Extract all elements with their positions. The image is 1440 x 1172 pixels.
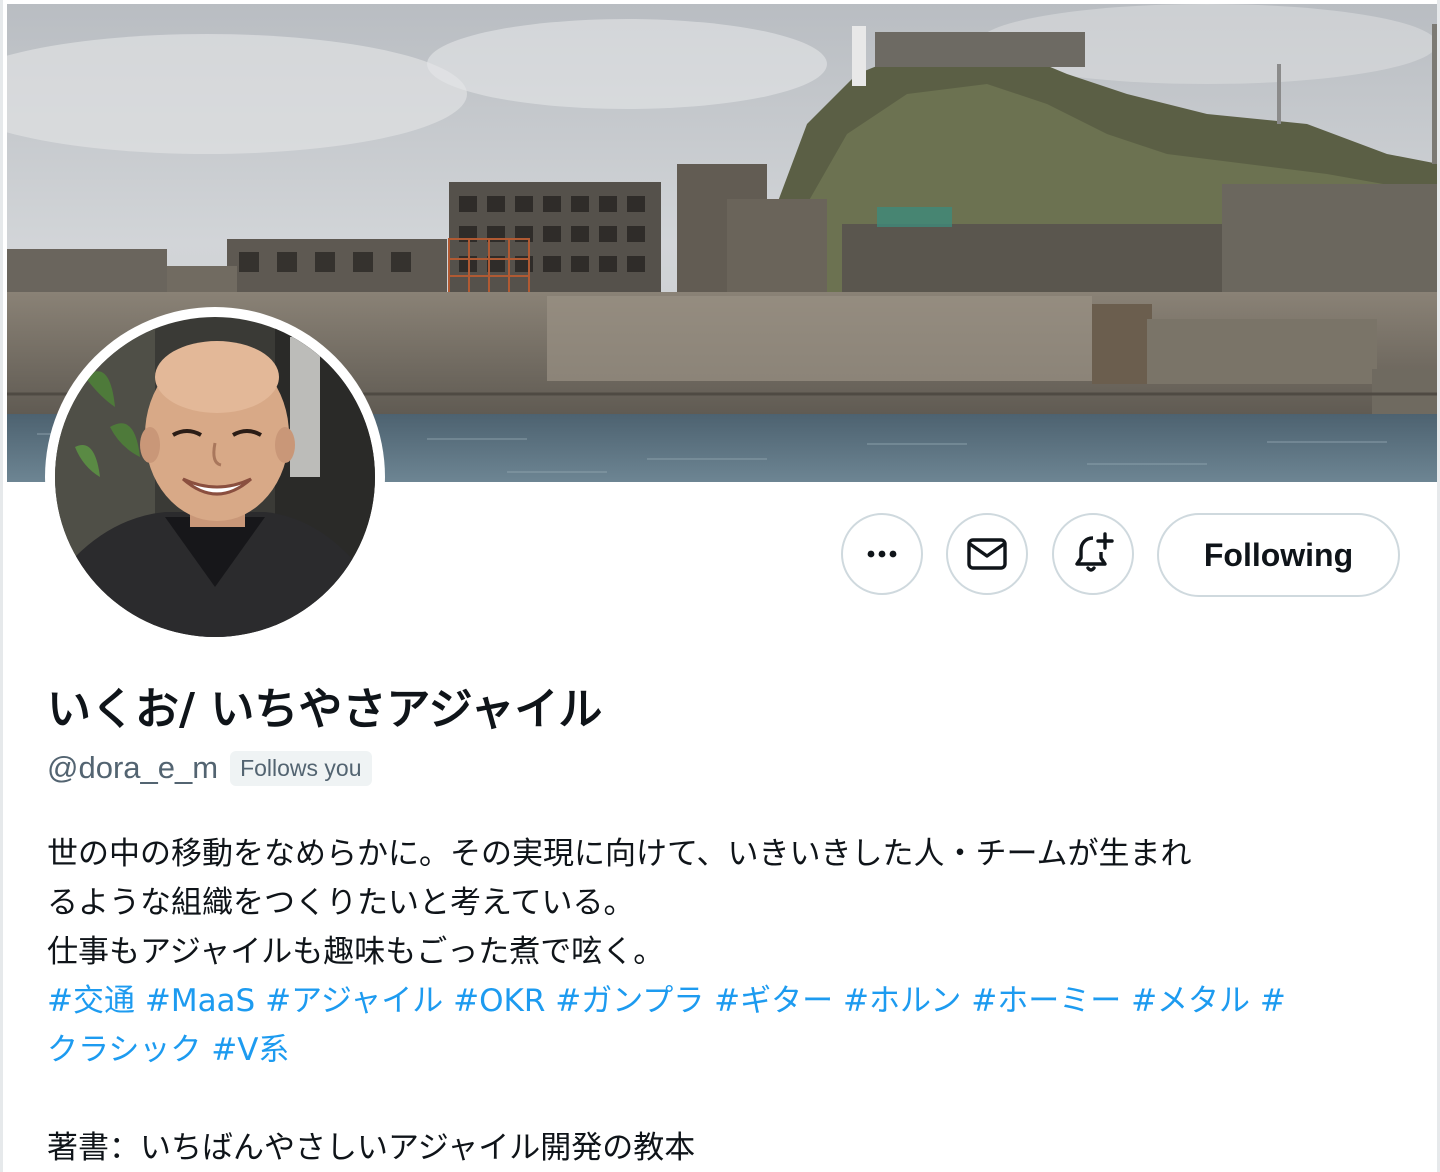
hashtag-link[interactable]: クラシック	[47, 1032, 201, 1068]
follows-you-badge: Follows you	[230, 750, 372, 786]
avatar-photo	[55, 317, 375, 637]
more-horizontal-icon	[867, 550, 897, 558]
bio-line: 世の中の移動をなめらかに。その実現に向けて、いきいきした人・チームが生まれ	[47, 836, 1192, 872]
more-options-button[interactable]	[841, 513, 923, 595]
handle-row: @dora_e_m Follows you	[47, 746, 372, 790]
envelope-icon	[967, 538, 1007, 570]
hashtag-link[interactable]: #V系	[211, 1032, 289, 1068]
bell-plus-icon	[1075, 532, 1114, 572]
bio-line: 仕事もアジャイルも趣味もごった煮で呟く。	[47, 934, 665, 970]
message-button[interactable]	[946, 513, 1028, 595]
following-button[interactable]: Following	[1157, 513, 1400, 597]
bio-spacer	[47, 1075, 1397, 1124]
hashtag-link[interactable]: #アジャイル	[265, 983, 443, 1019]
profile-avatar[interactable]	[45, 307, 385, 647]
hashtag-link[interactable]: #ギター	[714, 983, 833, 1019]
hashtag-link[interactable]: #	[1260, 983, 1286, 1019]
hashtag-line: クラシック #V系	[47, 1026, 1397, 1075]
profile-handle: @dora_e_m	[47, 750, 219, 785]
hashtag-link[interactable]: #ガンプラ	[555, 983, 704, 1019]
hashtag-line: #交通 #MaaS #アジャイル #OKR #ガンプラ #ギター #ホルン #ホ…	[47, 977, 1397, 1026]
hashtag-link[interactable]: #メタル	[1131, 983, 1250, 1019]
profile-page: Following いくお/ いちやさアジャイル @dora_e_m Follo…	[0, 0, 1440, 1172]
hashtag-link[interactable]: #OKR	[453, 983, 545, 1019]
hashtag-link[interactable]: #ホルン	[843, 983, 961, 1019]
hashtag-link[interactable]: #MaaS	[145, 983, 255, 1019]
profile-bio: 世の中の移動をなめらかに。その実現に向けて、いきいきした人・チームが生まれ るよ…	[47, 830, 1397, 1172]
bio-book-line: 著書：いちばんやさしいアジャイル開発の教本	[47, 1130, 696, 1166]
hashtag-link[interactable]: #ホーミー	[971, 983, 1121, 1019]
notifications-button[interactable]	[1052, 513, 1134, 595]
profile-display-name: いくお/ いちやさアジャイル	[47, 684, 603, 735]
hashtag-link[interactable]: #交通	[47, 983, 135, 1019]
bio-line: るような組織をつくりたいと考えている。	[47, 885, 635, 921]
